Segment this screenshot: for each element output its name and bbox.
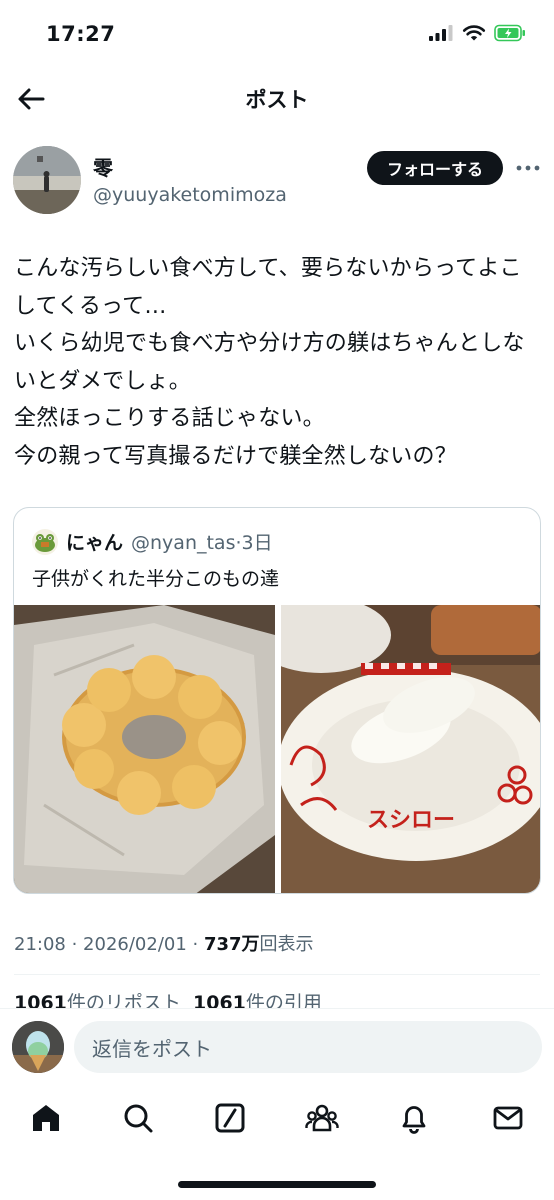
quoted-post-text: 子供がくれた半分このもの達: [32, 568, 280, 590]
quoted-author-avatar: [32, 528, 58, 555]
signal-icon: [429, 25, 453, 41]
quoted-post-media: スシロー: [14, 605, 540, 893]
status-icons: [428, 24, 526, 42]
view-count: 737万: [203, 934, 260, 955]
post-stats: 1061件のリポスト 1061件の引用: [14, 988, 322, 1010]
quoted-post-card[interactable]: にゃん @nyan_tas·3日 子供がくれた半分このもの達 スシロー: [13, 507, 541, 894]
battery-icon: [494, 24, 525, 42]
more-dots-icon: [516, 165, 540, 171]
tab-notifications[interactable]: [394, 1098, 434, 1138]
post-meta: 21:08 · 2026/02/01 · 737万回表示: [14, 934, 314, 955]
my-avatar[interactable]: [12, 1021, 64, 1073]
tab-communities[interactable]: [302, 1098, 342, 1138]
status-time: 17:27: [46, 22, 116, 46]
quoted-author-handle: @nyan_tas·3日: [131, 532, 273, 554]
bell-icon: [402, 1106, 426, 1134]
donut-image-icon: [14, 605, 275, 893]
author-avatar[interactable]: [13, 146, 81, 214]
tab-messages[interactable]: [488, 1098, 528, 1138]
donut-photo[interactable]: [14, 605, 275, 893]
tab-grok[interactable]: [210, 1098, 250, 1138]
avatar-image-icon: [13, 146, 81, 214]
mail-icon: [493, 1106, 523, 1130]
follow-button[interactable]: フォローする: [367, 151, 503, 185]
sushi-photo[interactable]: スシロー: [281, 605, 540, 893]
home-indicator: [178, 1181, 376, 1188]
status-bar: 17:27: [0, 0, 554, 70]
grok-icon: [215, 1103, 245, 1133]
home-icon: [33, 1105, 59, 1131]
quoted-post-header: にゃん @nyan_tas·3日: [32, 528, 273, 555]
reply-bar: 返信をポスト: [0, 1008, 554, 1084]
search-icon: [124, 1104, 153, 1133]
ice-cream-avatar-icon: [12, 1021, 64, 1073]
wifi-icon: [462, 25, 486, 41]
tab-search[interactable]: [118, 1098, 158, 1138]
communities-icon: [305, 1104, 339, 1132]
author-display-name[interactable]: 零: [93, 152, 113, 181]
post-date: 2026/02/01: [83, 934, 187, 955]
plate-logo-text: スシロー: [367, 808, 455, 833]
frog-avatar-icon: [32, 528, 58, 555]
post-text: こんな汚らしい食べ方して、要らないからってよこしてくるって… いくら幼児でも食べ…: [14, 256, 525, 469]
author-row: 零 @yuuyaketomimoza フォローする: [13, 146, 543, 216]
divider: [14, 974, 540, 975]
sushi-plate-image-icon: スシロー: [281, 605, 540, 893]
post-time: 21:08: [14, 934, 66, 955]
tab-home[interactable]: [26, 1098, 66, 1138]
page-title: ポスト: [245, 88, 309, 112]
quoted-author-name: にゃん: [66, 532, 124, 554]
nav-header: ポスト: [0, 70, 554, 128]
bottom-tab-bar: [0, 1084, 554, 1154]
author-handle[interactable]: @yuuyaketomimoza: [93, 184, 287, 206]
view-label: 回表示: [259, 934, 314, 955]
reply-input[interactable]: 返信をポスト: [74, 1021, 542, 1073]
more-options-button[interactable]: [513, 154, 543, 182]
